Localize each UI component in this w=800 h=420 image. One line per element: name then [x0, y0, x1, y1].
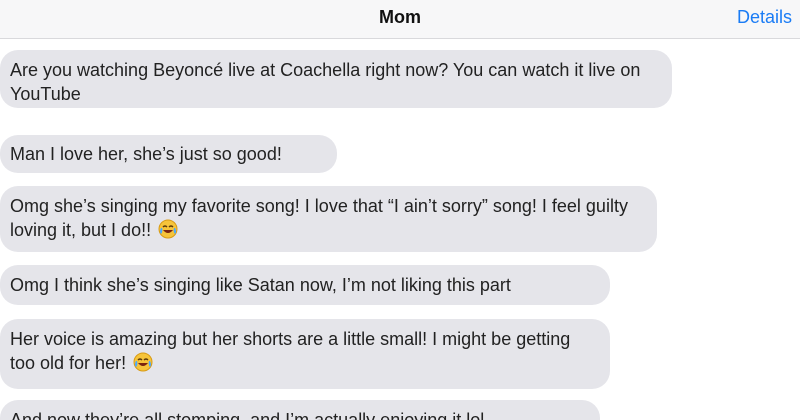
- message-text: Man I love her, she’s just so good!: [10, 144, 282, 164]
- incoming-message[interactable]: Omg I think she’s singing like Satan now…: [0, 265, 610, 305]
- face-with-tears-of-joy-icon: [158, 219, 178, 239]
- message-thread[interactable]: Are you watching Beyoncé live at Coachel…: [0, 38, 800, 420]
- incoming-message[interactable]: Man I love her, she’s just so good!: [0, 135, 337, 173]
- incoming-message[interactable]: Her voice is amazing but her shorts are …: [0, 319, 610, 389]
- incoming-message[interactable]: And now they’re all stomping, and I’m ac…: [0, 400, 600, 420]
- conversation-header: Mom Details: [0, 0, 800, 39]
- message-text: Omg I think she’s singing like Satan now…: [10, 275, 511, 295]
- messages-screen: Mom Details Are you watching Beyoncé liv…: [0, 0, 800, 420]
- message-text: Omg she’s singing my favorite song! I lo…: [10, 196, 628, 240]
- message-text: Her voice is amazing but her shorts are …: [10, 329, 571, 373]
- message-text: Are you watching Beyoncé live at Coachel…: [10, 60, 641, 104]
- contact-name: Mom: [379, 7, 421, 27]
- incoming-message[interactable]: Are you watching Beyoncé live at Coachel…: [0, 50, 672, 108]
- details-button[interactable]: Details: [737, 7, 792, 28]
- message-text: And now they’re all stomping, and I’m ac…: [10, 410, 485, 420]
- face-with-tears-of-joy-icon: [133, 352, 153, 372]
- incoming-message[interactable]: Omg she’s singing my favorite song! I lo…: [0, 186, 657, 252]
